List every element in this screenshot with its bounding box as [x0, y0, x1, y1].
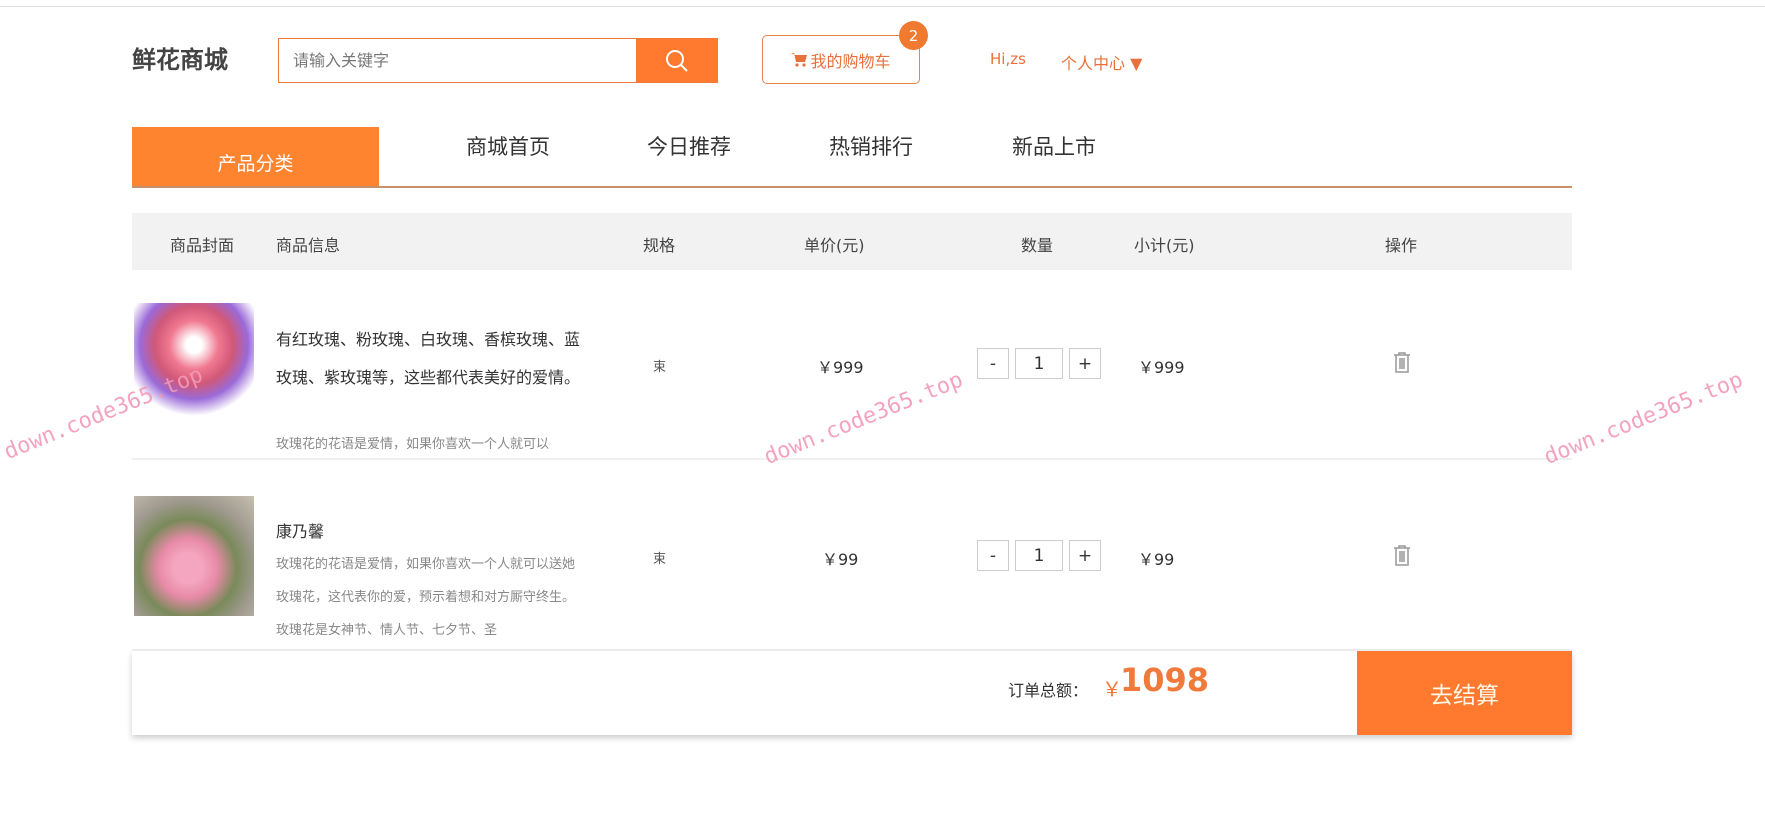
increase-button[interactable]: +: [1069, 348, 1101, 379]
product-title[interactable]: 康乃馨: [276, 513, 581, 551]
cart-count-badge: 2: [899, 21, 928, 50]
search-icon: [665, 49, 688, 72]
user-greeting[interactable]: Hi,zs: [990, 50, 1026, 68]
order-summary-bar: [132, 651, 1572, 735]
product-spec: 束: [653, 552, 667, 567]
total-label: 订单总额：: [1008, 681, 1089, 700]
col-info: 商品信息: [276, 236, 341, 255]
product-subtotal: ￥99: [1138, 550, 1175, 569]
user-center-dropdown[interactable]: 个人中心 ▼: [1061, 50, 1142, 74]
currency-symbol: ￥: [1102, 677, 1122, 701]
order-total: 1098: [1120, 661, 1210, 699]
col-subtotal: 小计(元): [1134, 236, 1195, 255]
cart-icon: [791, 53, 808, 67]
top-divider: [0, 6, 1765, 7]
product-subtotal: ￥999: [1138, 358, 1185, 377]
product-desc: 玫瑰花的花语是爱情，如果你喜欢一个人就可以: [276, 437, 550, 452]
col-spec: 规格: [643, 236, 676, 255]
site-logo[interactable]: 鲜花商城: [132, 40, 228, 75]
product-image[interactable]: [134, 496, 254, 616]
search-input[interactable]: [279, 39, 636, 82]
nav-new-arrivals[interactable]: 新品上市: [1012, 131, 1096, 161]
nav-divider: [132, 186, 1572, 188]
cart-button[interactable]: 我的购物车: [762, 35, 920, 84]
quantity-input[interactable]: 1: [1015, 540, 1063, 571]
quantity-input[interactable]: 1: [1015, 348, 1063, 379]
col-action: 操作: [1385, 236, 1418, 255]
trash-icon[interactable]: [1393, 545, 1411, 566]
nav-hot-ranking[interactable]: 热销排行: [829, 131, 913, 161]
quantity-stepper: - 1 +: [977, 348, 1101, 379]
nav-product-category[interactable]: 产品分类: [132, 127, 379, 187]
col-qty: 数量: [1021, 236, 1054, 255]
trash-icon[interactable]: [1393, 352, 1411, 373]
increase-button[interactable]: +: [1069, 540, 1101, 571]
col-price: 单价(元): [804, 236, 865, 255]
search-button[interactable]: [636, 39, 717, 82]
nav-home[interactable]: 商城首页: [466, 131, 550, 161]
search-bar: [278, 38, 718, 83]
product-price: ￥99: [822, 550, 859, 569]
product-title[interactable]: 有红玫瑰、粉玫瑰、白玫瑰、香槟玫瑰、蓝玫瑰、紫玫瑰等，这些都代表美好的爱情。: [276, 321, 581, 397]
checkout-button[interactable]: 去结算: [1357, 651, 1572, 735]
quantity-stepper: - 1 +: [977, 540, 1101, 571]
nav-today-recommend[interactable]: 今日推荐: [647, 131, 731, 161]
decrease-button[interactable]: -: [977, 348, 1009, 379]
decrease-button[interactable]: -: [977, 540, 1009, 571]
cart-label: 我的购物车: [810, 51, 891, 71]
product-desc: 玫瑰花的花语是爱情，如果你喜欢一个人就可以送她玫瑰花，这代表你的爱，预示着想和对…: [276, 557, 576, 638]
col-cover: 商品封面: [170, 236, 235, 255]
product-price: ￥999: [817, 358, 864, 377]
product-spec: 束: [653, 360, 667, 375]
